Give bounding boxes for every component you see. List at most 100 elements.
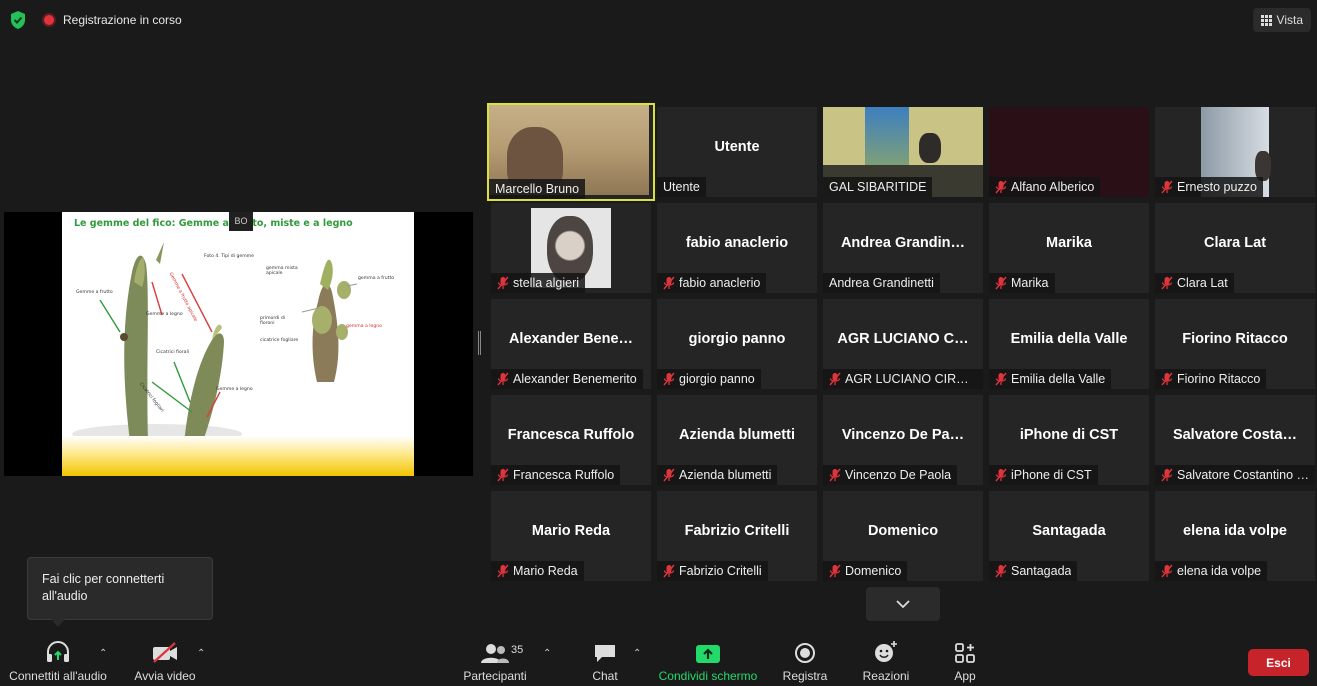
participant-tile[interactable]: iPhone di CST iPhone di CST [989,395,1149,485]
participant-display-name: Emilia della Valle [1010,331,1128,347]
participant-tile[interactable]: elena ida volpe elena ida volpe [1155,491,1315,581]
participant-display-name: Clara Lat [1203,235,1267,251]
headphones-icon [47,641,69,662]
participant-name-label: GAL SIBARITIDE [823,177,933,197]
participants-icon [481,644,509,663]
start-video-button[interactable]: Avvia video [134,636,196,686]
mic-muted-icon [995,468,1007,482]
participant-tile[interactable]: Mario Reda Mario Reda [491,491,651,581]
share-screen-icon [696,645,720,663]
audio-options-caret[interactable]: ⌃ [99,648,107,659]
participant-display-name: Fabrizio Critelli [684,523,790,539]
participant-tile[interactable]: Alfano Alberico [989,107,1149,197]
participant-display-name: Alexander Bene… [508,331,634,347]
participant-tile[interactable]: Domenico Domenico [823,491,983,581]
participant-tile[interactable]: Salvatore Costa… Salvatore Costantino … [1155,395,1315,485]
participant-name-label: Francesca Ruffolo [491,465,621,485]
participant-name-label: AGR LUCIANO CIROL… [823,369,983,389]
join-audio-label: Connettiti all'audio [9,669,107,683]
participant-tile[interactable]: Marika Marika [989,203,1149,293]
mic-muted-icon [663,564,675,578]
participant-name-label: Santagada [989,561,1078,581]
chat-options-caret[interactable]: ⌃ [633,648,641,659]
participant-name-label: Marika [989,273,1055,293]
grid-view-icon [1260,14,1272,26]
participant-tile[interactable]: Vincenzo De Pa… Vincenzo De Paola [823,395,983,485]
participant-name-label: stella algieri [491,273,586,293]
participant-tile[interactable]: giorgio panno giorgio panno [657,299,817,389]
participant-tile[interactable]: Andrea Grandin… Andrea Grandinetti [823,203,983,293]
participant-tile[interactable]: Francesca Ruffolo Francesca Ruffolo [491,395,651,485]
participant-tile[interactable]: Fabrizio Critelli Fabrizio Critelli [657,491,817,581]
share-indicator-badge[interactable]: BO [229,212,253,231]
participant-name: Domenico [845,564,902,578]
panel-resize-handle[interactable] [478,331,481,355]
participant-name-label: Utente [657,177,706,197]
participant-name-label: Azienda blumetti [657,465,778,485]
participant-tile[interactable]: GAL SIBARITIDE [823,107,983,197]
leave-meeting-button[interactable]: Esci [1248,649,1309,676]
slide-footer [62,436,414,476]
participant-name: Marcello Bruno [495,182,580,196]
participant-tile[interactable]: fabio anaclerio fabio anaclerio [657,203,817,293]
participant-name-label: Fabrizio Critelli [657,561,768,581]
reactions-button[interactable]: Reazioni [858,636,914,686]
participant-name-label: Emilia della Valle [989,369,1112,389]
join-audio-button[interactable]: Connettiti all'audio [8,636,108,686]
start-video-label: Avvia video [134,669,196,683]
video-options-caret[interactable]: ⌃ [197,648,205,659]
participant-tile[interactable]: stella algieri [491,203,651,293]
mic-muted-icon [829,564,841,578]
shared-slide: Le gemme del fico: Gemme a frutto, miste… [62,212,414,476]
participant-tile[interactable]: Emilia della Valle Emilia della Valle [989,299,1149,389]
share-screen-button[interactable]: Condividi schermo [656,636,760,686]
encryption-shield-icon[interactable] [9,10,27,30]
participant-display-name: Azienda blumetti [678,427,795,443]
participant-name-label: fabio anaclerio [657,273,767,293]
view-label: Vista [1276,13,1303,27]
slide-label-gemma-legno: gemma a legno [346,324,382,329]
chat-button[interactable]: Chat [585,636,625,686]
participant-name: Vincenzo De Paola [845,468,952,482]
participant-name-label: Salvatore Costantino … [1155,465,1315,485]
recording-dot-icon[interactable] [42,13,56,27]
participant-display-name: giorgio panno [688,331,786,347]
participant-name-label: Ernesto puzzo [1155,177,1263,197]
participant-name: Fiorino Ritacco [1177,372,1261,386]
participants-count: 35 [511,644,524,656]
mic-muted-icon [497,564,509,578]
participant-name-label: Fiorino Ritacco [1155,369,1267,389]
participants-options-caret[interactable]: ⌃ [543,648,551,659]
participant-tile[interactable]: Alexander Bene… Alexander Benemerito [491,299,651,389]
participant-tile[interactable]: Ernesto puzzo [1155,107,1315,197]
meeting-toolbar: Connettiti all'audio ⌃ Avvia video ⌃ Par… [0,636,1317,686]
mic-muted-icon [663,372,675,386]
apps-button[interactable]: App [948,636,982,686]
record-button[interactable]: Registra [780,636,830,686]
apps-label: App [954,669,976,683]
gallery-next-page-button[interactable] [866,587,940,621]
record-label: Registra [782,669,828,683]
participant-tile[interactable]: Santagada Santagada [989,491,1149,581]
participant-tile[interactable]: Fiorino Ritacco Fiorino Ritacco [1155,299,1315,389]
view-button[interactable]: Vista [1252,8,1311,32]
participant-tile[interactable]: Clara Lat Clara Lat [1155,203,1315,293]
mic-muted-icon [663,468,675,482]
mic-muted-icon [663,276,675,290]
participant-name: iPhone di CST [1011,468,1092,482]
chat-icon [595,645,615,662]
participant-tile[interactable]: AGR LUCIANO C… AGR LUCIANO CIROL… [823,299,983,389]
mic-muted-icon [995,372,1007,386]
participant-tile[interactable]: Marcello Bruno [487,103,655,201]
slide-label-gemme-legno-low: Gemme a legno [216,387,253,392]
shared-screen[interactable]: Le gemme del fico: Gemme a frutto, miste… [4,212,473,476]
participants-label: Partecipanti [463,669,527,683]
participant-tile[interactable]: Utente Utente [657,107,817,197]
slide-label-cicatrice-fogliare: cicatrice fogliare [260,338,299,343]
audio-tooltip: Fai clic per connetterti all'audio [27,557,213,620]
mic-muted-icon [497,468,509,482]
participant-tile[interactable]: Azienda blumetti Azienda blumetti [657,395,817,485]
participant-name: stella algieri [513,276,580,290]
participant-name: fabio anaclerio [679,276,761,290]
participant-name-label: Andrea Grandinetti [823,273,940,293]
